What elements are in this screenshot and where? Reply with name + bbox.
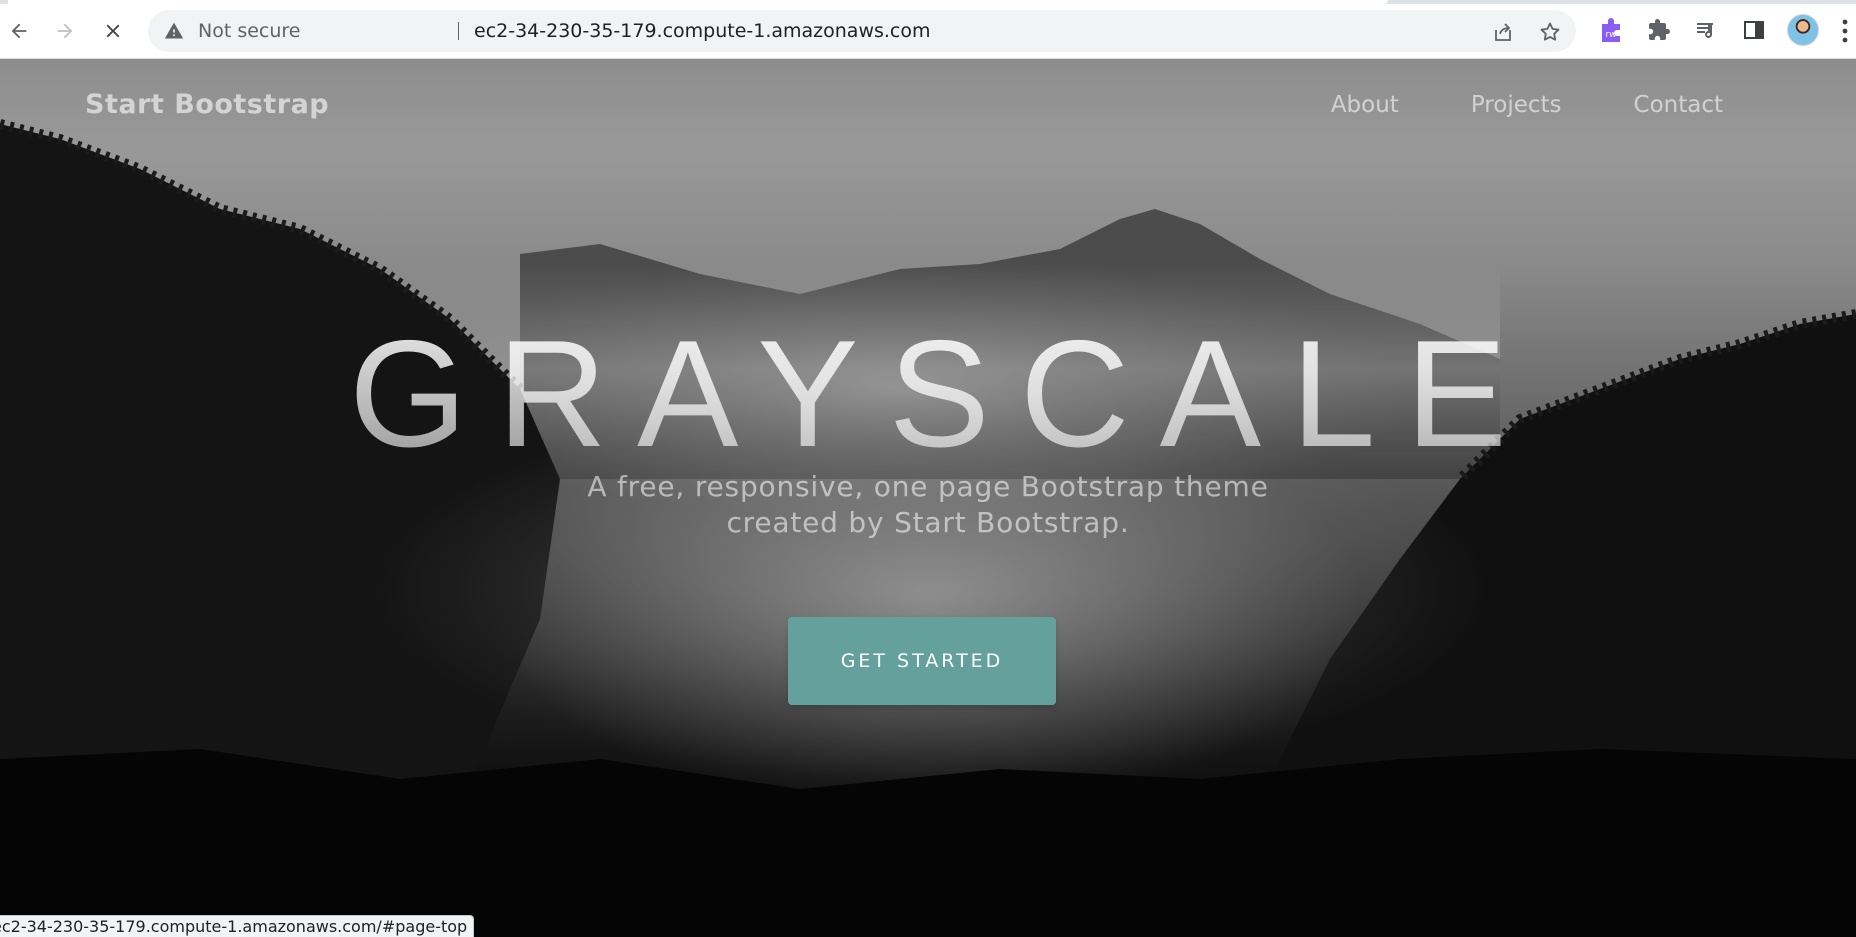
brand-logo-link[interactable]: Start Bootstrap [85,89,329,120]
page-viewport: Start Bootstrap About Projects Contact G… [0,59,1856,937]
active-tab[interactable] [8,0,1388,4]
address-bar[interactable]: Not secure ec2-34-230-35-179.compute-1.a… [148,10,1576,52]
bookmark-star-icon[interactable] [1538,20,1562,44]
url-text[interactable]: ec2-34-230-35-179.compute-1.amazonaws.co… [474,10,931,52]
forward-icon[interactable] [48,14,82,48]
side-panel-icon[interactable] [1740,16,1768,44]
menu-dots-icon[interactable] [1842,18,1848,44]
share-icon[interactable] [1491,20,1515,44]
browser-toolbar: Not secure ec2-34-230-35-179.compute-1.a… [0,0,1856,59]
get-started-button[interactable]: GET STARTED [788,617,1056,705]
tab-strip [0,0,1856,4]
hero-title: GRAYSCALE [0,309,1856,479]
omnibox-separator [458,22,459,40]
back-icon[interactable] [2,14,36,48]
stop-loading-icon[interactable] [96,14,130,48]
link-status-bar: ec2-34-230-35-179.compute-1.amazonaws.co… [0,915,474,937]
main-nav: About Projects Contact [1259,92,1723,118]
security-label[interactable]: Not secure [198,10,301,52]
rw-badge-text: rw [1605,30,1616,40]
rw-extension-icon[interactable]: rw [1598,16,1626,44]
media-queue-icon[interactable] [1692,16,1720,44]
profile-avatar[interactable] [1787,14,1819,46]
nav-link-projects[interactable]: Projects [1471,92,1562,118]
hero-subtitle: A free, responsive, one page Bootstrap t… [587,470,1269,539]
nav-link-contact[interactable]: Contact [1634,92,1723,118]
warning-icon[interactable] [164,21,184,41]
extensions-puzzle-icon[interactable] [1645,16,1673,44]
nav-link-about[interactable]: About [1331,92,1399,118]
